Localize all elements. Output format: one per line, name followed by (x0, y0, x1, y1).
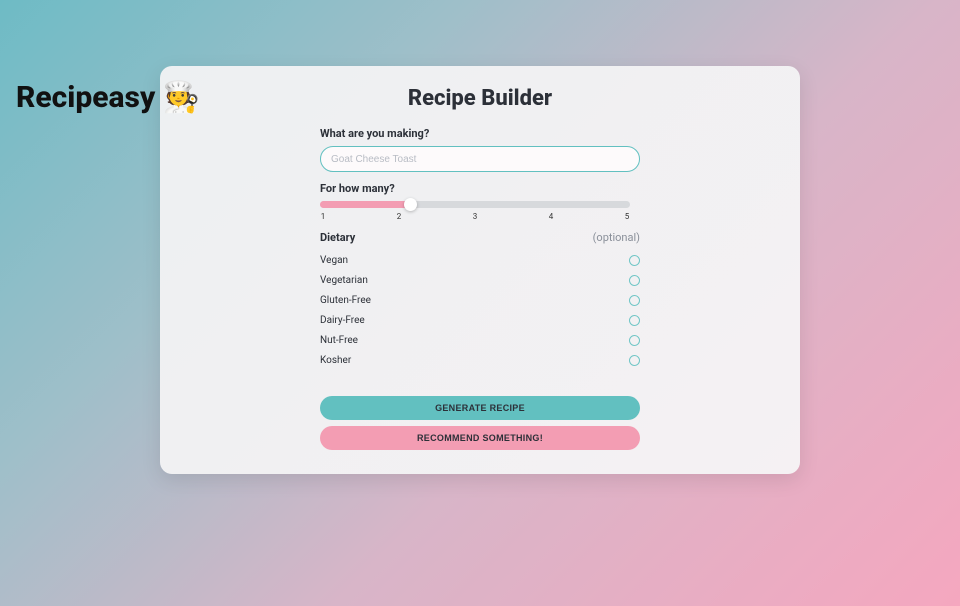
generate-recipe-button[interactable]: GENERATE RECIPE (320, 396, 640, 420)
dietary-radio-vegetarian[interactable] (629, 275, 640, 286)
dietary-radio-dairy-free[interactable] (629, 315, 640, 326)
app-title: Recipeasy 🧑‍🍳 (16, 80, 200, 115)
dietary-row: Vegetarian (320, 270, 640, 290)
dietary-option-label: Gluten-Free (320, 295, 371, 306)
tick: 2 (396, 212, 402, 221)
dietary-row: Dairy-Free (320, 310, 640, 330)
dietary-row: Gluten-Free (320, 290, 640, 310)
slider-track (320, 201, 630, 208)
tick: 1 (320, 212, 326, 221)
dietary-option-label: Dairy-Free (320, 315, 365, 326)
making-input[interactable] (320, 146, 640, 172)
dietary-row: Kosher (320, 350, 640, 370)
tick: 3 (472, 212, 478, 221)
dietary-label: Dietary (320, 231, 355, 244)
tick: 5 (624, 212, 630, 221)
recipe-builder-card: Recipe Builder What are you making? For … (160, 66, 800, 474)
tick: 4 (548, 212, 554, 221)
dietary-radio-gluten-free[interactable] (629, 295, 640, 306)
card-title: Recipe Builder (160, 86, 800, 111)
slider-fill (320, 201, 410, 208)
dietary-label-row: Dietary (optional) (320, 231, 640, 244)
dietary-row: Nut-Free (320, 330, 640, 350)
dietary-option-label: Vegetarian (320, 275, 368, 286)
form: What are you making? For how many? 1 2 3… (320, 127, 640, 450)
dietary-row: Vegan (320, 250, 640, 270)
dietary-option-label: Vegan (320, 255, 348, 266)
making-label: What are you making? (320, 127, 640, 140)
servings-label: For how many? (320, 182, 640, 195)
slider-thumb[interactable] (404, 198, 417, 211)
dietary-radio-vegan[interactable] (629, 255, 640, 266)
slider-ticks: 1 2 3 4 5 (320, 212, 630, 221)
dietary-radio-kosher[interactable] (629, 355, 640, 366)
dietary-option-label: Kosher (320, 355, 351, 366)
dietary-radio-nut-free[interactable] (629, 335, 640, 346)
dietary-list: Vegan Vegetarian Gluten-Free Dairy-Free … (320, 250, 640, 370)
dietary-option-label: Nut-Free (320, 335, 358, 346)
dietary-optional: (optional) (593, 231, 640, 244)
servings-slider[interactable]: 1 2 3 4 5 (320, 201, 640, 221)
recommend-button[interactable]: RECOMMEND SOMETHING! (320, 426, 640, 450)
